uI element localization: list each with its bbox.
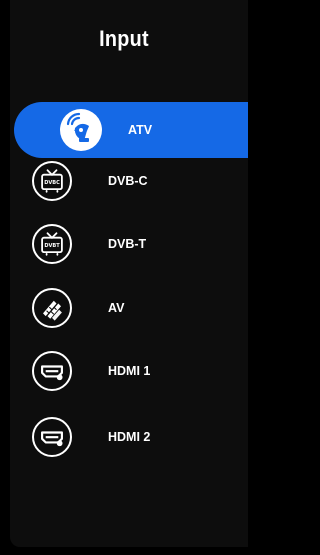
source-label-hdmi-2: HDMI 2: [108, 430, 151, 444]
source-label-hdmi-1: HDMI 1: [108, 364, 151, 378]
source-item-dvb-c[interactable]: DVBC DVB-C: [10, 153, 248, 209]
menu-title: Input: [99, 26, 149, 51]
dvbc-tv-icon: DVBC: [32, 161, 72, 201]
source-label-dvb-c: DVB-C: [108, 174, 148, 188]
source-item-av[interactable]: AV: [10, 280, 248, 336]
source-item-dvb-t[interactable]: DVBT DVB-T: [10, 216, 248, 272]
svg-text:DVBC: DVBC: [44, 180, 60, 186]
source-label-atv: ATV: [128, 123, 153, 137]
source-label-dvb-t: DVB-T: [108, 237, 147, 251]
source-item-hdmi-2[interactable]: HDMI 2: [10, 409, 248, 465]
av-cable-icon: [32, 288, 72, 328]
svg-text:DVBT: DVBT: [44, 243, 60, 249]
antenna-dish-icon: [60, 109, 102, 151]
hdmi-port-icon: [32, 351, 72, 391]
source-item-atv[interactable]: ATV: [14, 102, 248, 158]
source-item-hdmi-1[interactable]: HDMI 1: [10, 343, 248, 399]
dvbt-tv-icon: DVBT: [32, 224, 72, 264]
hdmi-port-icon: [32, 417, 72, 457]
source-label-av: AV: [108, 301, 125, 315]
